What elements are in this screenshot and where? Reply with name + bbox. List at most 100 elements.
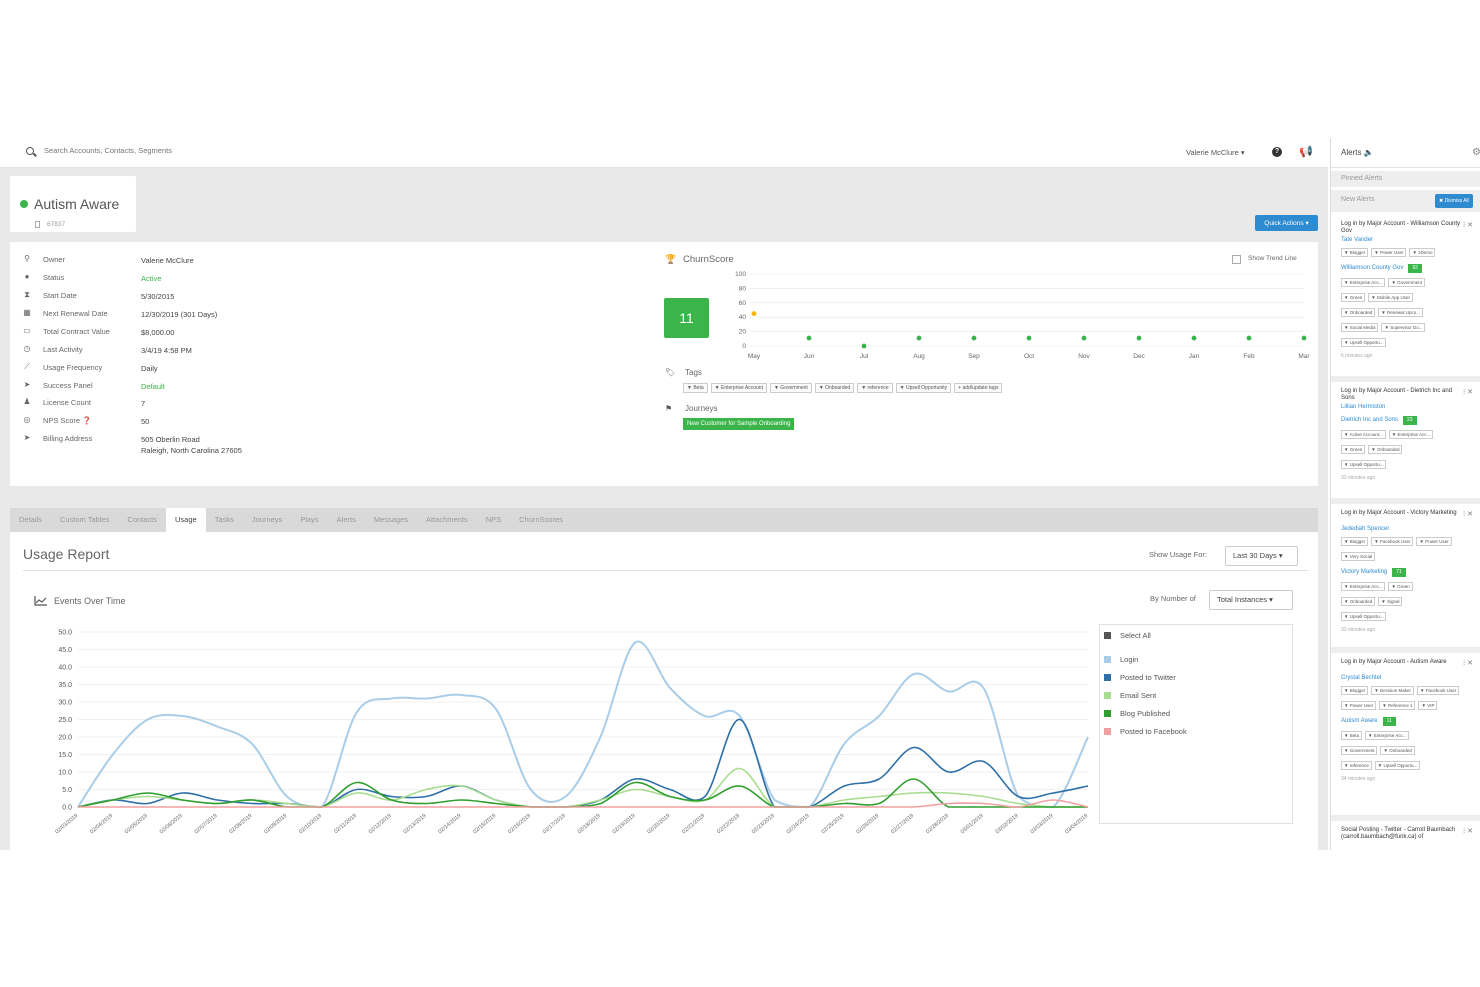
alert-tag[interactable]: ▼ Green — [1341, 293, 1366, 302]
tab-tasks[interactable]: Tasks — [206, 508, 243, 532]
alert-account-link[interactable]: Autism Aware — [1341, 718, 1378, 724]
churn-point[interactable] — [1246, 335, 1252, 341]
alert-contact-link[interactable]: Lillian Hermiston — [1341, 404, 1385, 410]
alert-tag[interactable]: ▼ Reference 1 — [1379, 701, 1416, 710]
tab-contacts[interactable]: Contacts — [118, 508, 166, 532]
pin-close-icon[interactable]: ⁝ ✕ — [1463, 659, 1473, 667]
alert-tag[interactable]: ▼ Renewal Upco... — [1378, 308, 1423, 317]
pin-close-icon[interactable]: ⁝ ✕ — [1463, 221, 1473, 229]
tag-chip[interactable]: ▼ Upsell Opportunity — [895, 383, 952, 393]
megaphone-icon[interactable]: 📢 — [1299, 145, 1313, 158]
tab-journeys[interactable]: Journeys — [243, 508, 291, 532]
churn-point[interactable] — [1081, 335, 1087, 341]
alert-tag[interactable]: ▼ Power User — [1341, 701, 1377, 710]
tab-usage[interactable]: Usage — [166, 508, 206, 532]
alert-card[interactable]: Log in by Major Account - Victory Market… — [1331, 504, 1480, 653]
tab-alerts[interactable]: Alerts — [328, 508, 365, 532]
alert-tag[interactable]: ▼ Upsell Opportu... — [1341, 460, 1387, 469]
alert-tag[interactable]: ▼ Green — [1341, 445, 1366, 454]
alert-tag[interactable]: ▼ Active Account... — [1341, 430, 1386, 439]
alert-card[interactable]: Log in by Major Account - Autism Aware ⁝ … — [1331, 653, 1480, 821]
alert-tag[interactable]: ▼ Power User — [1416, 537, 1452, 546]
quick-actions-button[interactable]: Quick Actions ▾ — [1255, 215, 1318, 231]
alert-tag[interactable]: ▼ Mobile App User — [1368, 293, 1413, 302]
alert-tag[interactable]: ▼ Enterprise Acc... — [1341, 582, 1386, 591]
alert-tag[interactable]: ▼ Blogger — [1341, 537, 1369, 546]
alert-tag[interactable]: ▼ Onboarded — [1341, 597, 1376, 606]
show-trend-line-checkbox[interactable] — [1232, 255, 1241, 264]
tab-details[interactable]: Details — [10, 508, 51, 532]
alert-tag[interactable]: ▼ VIP — [1418, 701, 1438, 710]
alert-tag[interactable]: ▼ Facebook User — [1371, 537, 1414, 546]
tab-churnscores[interactable]: ChurnScores — [510, 508, 572, 532]
series-line-login[interactable] — [77, 640, 1089, 809]
alert-tag[interactable]: ▼ Onboarded — [1368, 445, 1403, 454]
help-icon[interactable]: ? — [1272, 147, 1282, 157]
tab-attachments[interactable]: Attachments — [417, 508, 477, 532]
pin-close-icon[interactable]: ⁝ ✕ — [1463, 827, 1473, 835]
series-line-posted-to-twitter[interactable] — [77, 718, 1089, 808]
tag-chip[interactable]: ▼ Government — [769, 383, 812, 393]
dismiss-all-button[interactable]: ✖ Dismiss All — [1435, 194, 1473, 208]
pinned-alerts-header[interactable]: Pinned Alerts — [1331, 171, 1480, 187]
alert-tag[interactable]: ▼ Onboarded — [1380, 746, 1415, 755]
alert-tag[interactable]: ▼ Green — [1388, 582, 1413, 591]
alert-tag[interactable]: ▼ reference — [1341, 761, 1372, 770]
alert-tag[interactable]: ▼ Government — [1341, 746, 1378, 755]
alert-tag[interactable]: ▼ Onboarded — [1341, 308, 1376, 317]
alert-tag[interactable]: ▼ zDemo — [1409, 248, 1436, 257]
tag-chip[interactable]: ▼ reference — [857, 383, 893, 393]
alert-account-link[interactable]: Williamson County Gov — [1341, 265, 1403, 271]
alert-tag[interactable]: ▼ Very Social — [1341, 552, 1376, 561]
alert-tag[interactable]: ▼ Decision Maker — [1371, 686, 1414, 695]
churn-point[interactable] — [971, 335, 977, 341]
alert-tag[interactable]: ▼ Upsell Opportu... — [1341, 612, 1387, 621]
alert-contact-link[interactable]: Tate Vander — [1341, 237, 1373, 243]
alert-title[interactable]: Log in by Major Account - Williamson Cou… — [1341, 221, 1461, 235]
churn-point[interactable] — [806, 335, 812, 341]
alert-tag[interactable]: ▼ Power User — [1371, 248, 1407, 257]
alert-tag[interactable]: ▼ Beta — [1341, 731, 1362, 740]
alert-title[interactable]: Log in by Major Account - Autism Aware — [1341, 659, 1461, 666]
user-menu[interactable]: Valerie McClure ▾ — [1186, 148, 1245, 157]
tab-plays[interactable]: Plays — [291, 508, 327, 532]
churn-point[interactable] — [751, 311, 757, 316]
alert-tag[interactable]: ▼ Enterprise Acc... — [1341, 278, 1386, 287]
alert-title[interactable]: Log in by Major Account - Victory Market… — [1341, 510, 1461, 517]
churn-point[interactable] — [1136, 335, 1142, 341]
tag-chip[interactable]: ▼ Enterprise Account — [710, 383, 767, 393]
alert-card[interactable]: Social Posting - Twitter - Carroll Baumb… — [1331, 821, 1480, 850]
pin-close-icon[interactable]: ⁝ ✕ — [1463, 510, 1473, 518]
tab-custom-tables[interactable]: Custom Tables — [51, 508, 118, 532]
gear-icon[interactable]: ⚙ — [1472, 147, 1480, 158]
alert-title[interactable]: Log in by Major Account - Dietrich Inc a… — [1341, 388, 1461, 402]
alert-card[interactable]: Log in by Major Account - Williamson Cou… — [1331, 215, 1480, 382]
alert-tag[interactable]: ▼ Social Media — [1341, 323, 1379, 332]
churn-point[interactable] — [1191, 335, 1197, 341]
alert-tag[interactable]: ▼ Enterprise Acc... — [1388, 430, 1434, 439]
alert-tag[interactable]: ▼ Government — [1388, 278, 1425, 287]
alert-tag[interactable]: ▼ Enterprise Acc... — [1364, 731, 1410, 740]
alert-tag[interactable]: ▼ Facebook User — [1416, 686, 1460, 695]
tag-chip[interactable]: ▼ Beta — [683, 383, 708, 393]
tab-messages[interactable]: Messages — [365, 508, 417, 532]
alert-tag[interactable]: ▼ Blogger — [1341, 686, 1369, 695]
alert-tag[interactable]: ▼ Upsell Opportu... — [1374, 761, 1421, 770]
tag-chip[interactable]: ▼ Onboarded — [814, 383, 855, 393]
journey-badge[interactable]: New Customer for Sample Onboarding — [683, 418, 795, 430]
tab-nps[interactable]: NPS — [477, 508, 510, 532]
alert-title[interactable]: Social Posting - Twitter - Carroll Baumb… — [1341, 827, 1461, 841]
alert-tag[interactable]: ▼ Signal — [1378, 597, 1403, 606]
alert-contact-link[interactable]: Jedediah Spencer — [1341, 526, 1389, 532]
alert-account-link[interactable]: Dietrich Inc and Sons — [1341, 417, 1398, 423]
alert-card[interactable]: Log in by Major Account - Dietrich Inc a… — [1331, 382, 1480, 504]
alert-account-link[interactable]: Victory Marketing — [1341, 569, 1387, 575]
search-input[interactable] — [44, 146, 344, 155]
churn-point[interactable] — [1301, 335, 1307, 341]
alert-tag[interactable]: ▼ Supervisor Do... — [1381, 323, 1426, 332]
date-range-select[interactable]: Last 30 Days ▾ — [1225, 546, 1298, 566]
pin-close-icon[interactable]: ⁝ ✕ — [1463, 388, 1473, 396]
alert-tag[interactable]: ▼ Upsell Opportu... — [1341, 338, 1387, 347]
search-icon[interactable] — [26, 147, 34, 155]
churn-point[interactable] — [861, 343, 867, 349]
